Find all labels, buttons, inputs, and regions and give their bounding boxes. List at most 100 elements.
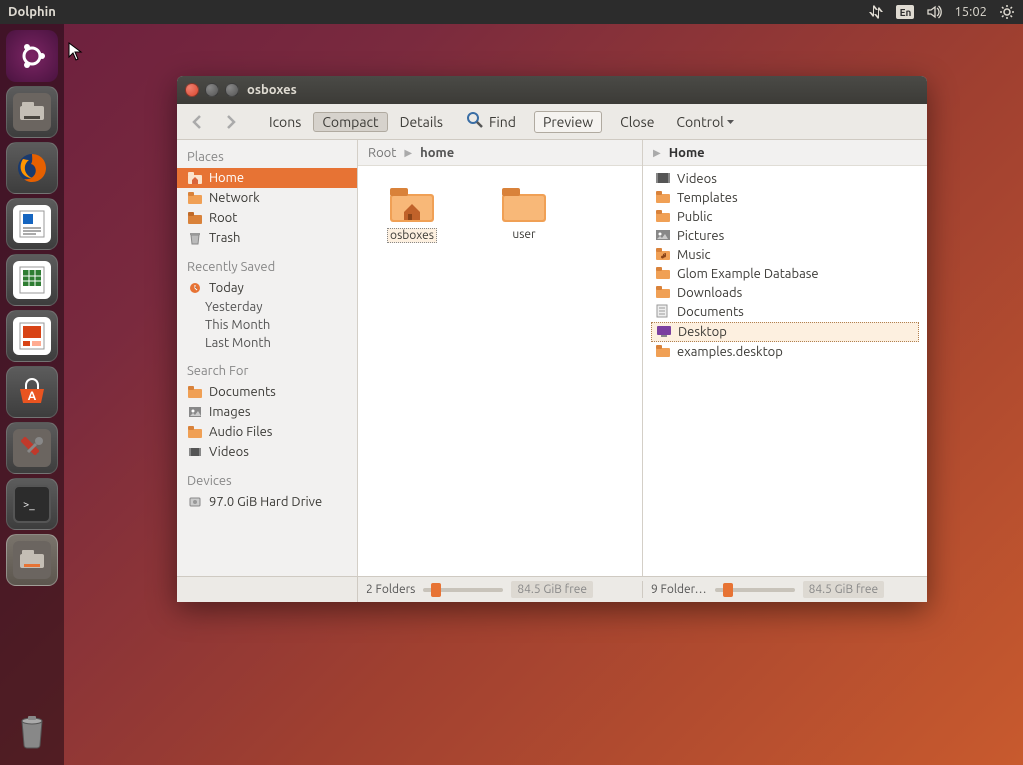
mouse-cursor bbox=[68, 42, 84, 62]
trash-icon bbox=[187, 230, 203, 246]
folder-videos[interactable]: Videos bbox=[651, 170, 919, 188]
clock[interactable]: 15:02 bbox=[954, 5, 987, 19]
documents-icon bbox=[655, 304, 671, 320]
trash-launcher[interactable] bbox=[6, 703, 58, 755]
video-icon bbox=[655, 171, 671, 187]
dash-icon[interactable] bbox=[6, 30, 58, 82]
preview-button[interactable]: Preview bbox=[534, 111, 602, 133]
control-menu[interactable]: Control bbox=[676, 114, 734, 130]
svg-text:>_: >_ bbox=[23, 499, 35, 511]
status-count-right: 9 Folder… bbox=[651, 583, 707, 596]
root-folder-icon bbox=[187, 210, 203, 226]
home-folder-icon bbox=[187, 170, 203, 186]
places-panel: Places Home Network Root Trash Recently … bbox=[177, 140, 358, 576]
settings-launcher[interactable] bbox=[6, 422, 58, 474]
music-icon bbox=[655, 247, 671, 263]
search-header: Search For bbox=[177, 360, 357, 382]
folder-osboxes[interactable]: osboxes bbox=[376, 184, 448, 243]
search-documents[interactable]: Documents bbox=[177, 382, 357, 402]
recent-thismonth[interactable]: This Month bbox=[177, 316, 357, 334]
hdd-icon bbox=[187, 494, 203, 510]
zoom-slider-left[interactable] bbox=[423, 588, 503, 592]
search-images[interactable]: Images bbox=[177, 402, 357, 422]
find-icon[interactable] bbox=[465, 110, 485, 133]
folder-icon bbox=[655, 209, 671, 225]
folder-downloads[interactable]: Downloads bbox=[651, 284, 919, 302]
devices-header: Devices bbox=[177, 470, 357, 492]
folder-public[interactable]: Public bbox=[651, 208, 919, 226]
device-hdd[interactable]: 97.0 GiB Hard Drive bbox=[177, 492, 357, 512]
unity-launcher: A >_ bbox=[0, 24, 64, 765]
writer-launcher[interactable] bbox=[6, 198, 58, 250]
search-videos[interactable]: Videos bbox=[177, 442, 357, 462]
place-home[interactable]: Home bbox=[177, 168, 357, 188]
system-gear-icon[interactable] bbox=[999, 4, 1015, 20]
search-audio[interactable]: Audio Files bbox=[177, 422, 357, 442]
files-launcher[interactable] bbox=[6, 86, 58, 138]
place-network[interactable]: Network bbox=[177, 188, 357, 208]
view-details[interactable]: Details bbox=[394, 112, 449, 132]
place-trash[interactable]: Trash bbox=[177, 228, 357, 248]
free-space-right: 84.5 GiB free bbox=[803, 581, 885, 598]
close-panel-button[interactable]: Close bbox=[620, 114, 654, 130]
impress-launcher[interactable] bbox=[6, 310, 58, 362]
sound-icon[interactable] bbox=[926, 4, 942, 20]
recent-yesterday[interactable]: Yesterday bbox=[177, 298, 357, 316]
window-minimize-button[interactable] bbox=[205, 83, 219, 97]
today-icon bbox=[187, 280, 203, 296]
find-label[interactable]: Find bbox=[489, 114, 516, 130]
network-folder-icon bbox=[187, 190, 203, 206]
view-icons[interactable]: Icons bbox=[263, 112, 307, 132]
toolbar: Icons Compact Details Find Preview Close… bbox=[177, 104, 927, 140]
forward-button[interactable] bbox=[217, 109, 243, 135]
folder-music[interactable]: Music bbox=[651, 246, 919, 264]
home-folder-icon bbox=[388, 184, 436, 224]
back-button[interactable] bbox=[185, 109, 211, 135]
folder-icon bbox=[187, 424, 203, 440]
software-center-launcher[interactable]: A bbox=[6, 366, 58, 418]
places-header: Places bbox=[177, 146, 357, 168]
folder-documents[interactable]: Documents bbox=[651, 303, 919, 321]
file-pane-right: ▶ Home Videos Templates Public Pictures … bbox=[643, 140, 927, 576]
calc-launcher[interactable] bbox=[6, 254, 58, 306]
folder-icon bbox=[655, 285, 671, 301]
place-root[interactable]: Root bbox=[177, 208, 357, 228]
folder-desktop[interactable]: Desktop bbox=[651, 322, 919, 342]
desktop-icon bbox=[656, 324, 672, 340]
folder-icon bbox=[655, 190, 671, 206]
folder-icon bbox=[655, 344, 671, 360]
dolphin-window: osboxes Icons Compact Details Find Previ… bbox=[177, 76, 927, 602]
keyboard-indicator[interactable]: En bbox=[896, 5, 914, 19]
file-pane-left: Root ▶ home osboxes user bbox=[358, 140, 643, 576]
window-maximize-button[interactable] bbox=[225, 83, 239, 97]
recent-header: Recently Saved bbox=[177, 256, 357, 278]
breadcrumb-left[interactable]: Root ▶ home bbox=[358, 140, 642, 166]
dolphin-launcher[interactable] bbox=[6, 534, 58, 586]
folder-icon bbox=[500, 184, 548, 224]
statusbar: 2 Folders 84.5 GiB free 9 Folder… 84.5 G… bbox=[177, 576, 927, 602]
svg-text:A: A bbox=[28, 390, 37, 403]
folder-icon bbox=[655, 266, 671, 282]
status-count-left: 2 Folders bbox=[366, 583, 415, 596]
chevron-right-icon: ▶ bbox=[404, 147, 412, 159]
folder-glom[interactable]: Glom Example Database bbox=[651, 265, 919, 283]
folder-templates[interactable]: Templates bbox=[651, 189, 919, 207]
chevron-right-icon: ▶ bbox=[653, 147, 661, 159]
app-menu-name[interactable]: Dolphin bbox=[8, 5, 868, 19]
free-space-left: 84.5 GiB free bbox=[511, 581, 593, 598]
window-close-button[interactable] bbox=[185, 83, 199, 97]
folder-icon bbox=[187, 384, 203, 400]
recent-lastmonth[interactable]: Last Month bbox=[177, 334, 357, 352]
firefox-launcher[interactable] bbox=[6, 142, 58, 194]
window-titlebar[interactable]: osboxes bbox=[177, 76, 927, 104]
folder-pictures[interactable]: Pictures bbox=[651, 227, 919, 245]
breadcrumb-right[interactable]: ▶ Home bbox=[643, 140, 927, 166]
recent-today[interactable]: Today bbox=[177, 278, 357, 298]
terminal-launcher[interactable]: >_ bbox=[6, 478, 58, 530]
file-examples-desktop[interactable]: examples.desktop bbox=[651, 343, 919, 361]
network-icon[interactable] bbox=[868, 4, 884, 20]
folder-user[interactable]: user bbox=[488, 184, 560, 243]
top-menu-bar: Dolphin En 15:02 bbox=[0, 0, 1023, 24]
view-compact[interactable]: Compact bbox=[313, 112, 387, 132]
zoom-slider-right[interactable] bbox=[715, 588, 795, 592]
